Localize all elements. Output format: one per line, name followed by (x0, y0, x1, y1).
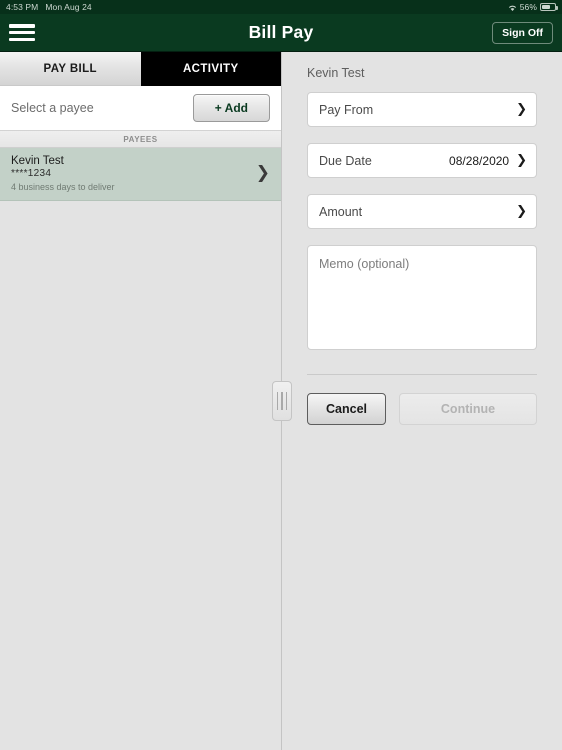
status-bar: 4:53 PM Mon Aug 24 56% (0, 0, 562, 14)
select-payee-row: Select a payee + Add (0, 86, 281, 131)
battery-percent-label: 56% (519, 2, 537, 12)
form-divider (307, 374, 537, 375)
hamburger-menu-icon[interactable] (9, 22, 35, 43)
due-date-label: Due Date (319, 153, 372, 168)
memo-placeholder: Memo (optional) (319, 257, 410, 271)
tab-activity[interactable]: ACTIVITY (140, 52, 281, 86)
navigation-bar: Bill Pay Sign Off (0, 14, 562, 52)
payee-list-item[interactable]: Kevin Test ****1234 4 business days to d… (0, 148, 281, 201)
bill-pay-form-panel: Kevin Test Pay From ❯ Due Date 08/28/202… (272, 52, 562, 750)
payee-sidebar: PAY BILL ACTIVITY Select a payee + Add P… (0, 52, 281, 750)
payee-account-number: ****1234 (11, 168, 52, 179)
payee-info: Kevin Test ****1234 4 business days to d… (11, 155, 115, 192)
status-bar-right: 56% (508, 2, 558, 12)
page-title: Bill Pay (248, 22, 314, 42)
payees-section-header: PAYEES (0, 131, 281, 148)
memo-input[interactable]: Memo (optional) (307, 245, 537, 350)
status-bar-left: 4:53 PM Mon Aug 24 (6, 2, 92, 12)
continue-button: Continue (399, 393, 537, 425)
amount-field[interactable]: Amount ❯ (307, 194, 537, 229)
chevron-right-icon: ❯ (255, 163, 270, 183)
add-payee-button[interactable]: + Add (192, 94, 270, 122)
status-bar-time: 4:53 PM (6, 2, 39, 12)
split-layout: PAY BILL ACTIVITY Select a payee + Add P… (0, 52, 562, 750)
form-actions: Cancel Continue (307, 393, 537, 425)
form-payee-title: Kevin Test (307, 66, 365, 80)
tab-bar: PAY BILL ACTIVITY (0, 52, 281, 86)
pay-from-label: Pay From (319, 102, 374, 117)
chevron-right-icon: ❯ (516, 153, 527, 168)
pay-from-field[interactable]: Pay From ❯ (307, 92, 537, 127)
chevron-right-icon: ❯ (516, 102, 527, 117)
app-root: 4:53 PM Mon Aug 24 56% Bill Pay Sign Off (0, 0, 562, 750)
amount-label: Amount (319, 204, 363, 219)
select-payee-label: Select a payee (11, 101, 94, 115)
due-date-field[interactable]: Due Date 08/28/2020 ❯ (307, 143, 537, 178)
payee-name: Kevin Test (11, 155, 64, 167)
drag-handle-icon[interactable] (272, 381, 292, 421)
due-date-value: 08/28/2020 (449, 153, 510, 168)
battery-icon (540, 3, 558, 11)
wifi-icon (508, 4, 517, 12)
tab-pay-bill[interactable]: PAY BILL (0, 52, 141, 86)
cancel-button[interactable]: Cancel (307, 393, 386, 425)
payee-delivery-estimate: 4 business days to deliver (11, 182, 115, 192)
chevron-right-icon: ❯ (516, 204, 527, 219)
sign-off-button[interactable]: Sign Off (492, 21, 553, 44)
bill-pay-form: Kevin Test Pay From ❯ Due Date 08/28/202… (282, 52, 562, 425)
status-bar-date: Mon Aug 24 (45, 2, 92, 12)
